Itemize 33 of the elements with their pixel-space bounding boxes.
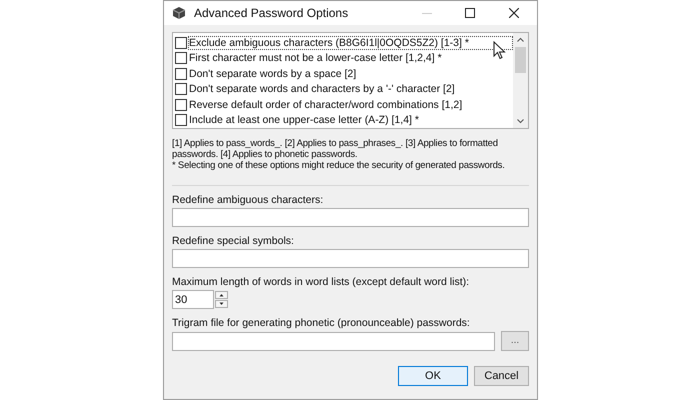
option-label[interactable]: Include at least one upper-case letter (A-Z) [1,4] *	[188, 113, 513, 128]
option-label[interactable]: Don't separate words and characters by a '-' character [2]	[188, 82, 513, 96]
input-field[interactable]	[172, 208, 529, 227]
file-path-field[interactable]	[172, 332, 495, 350]
checkbox[interactable]	[175, 98, 187, 111]
spin-up-icon[interactable]	[215, 291, 228, 299]
spin-down-icon[interactable]	[215, 300, 228, 308]
field-label: Redefine ambiguous characters:	[172, 194, 324, 206]
dialog-button[interactable]: Cancel	[474, 366, 529, 386]
close-icon[interactable]	[509, 8, 519, 18]
field-label: Redefine special symbols:	[172, 235, 295, 247]
browse-button[interactable]: ...	[501, 331, 529, 351]
checkbox[interactable]	[175, 36, 187, 49]
app-icon	[172, 6, 186, 20]
option-label[interactable]: Reverse default order of character/word combinations [1,2]	[188, 98, 513, 112]
option-label[interactable]: Don't separate words by a space [2]	[188, 66, 513, 81]
footnote-text: * Selecting one of these options might reduce the security of generated passwords.	[172, 160, 506, 171]
checkbox[interactable]	[175, 52, 187, 64]
scrollbar[interactable]	[513, 33, 528, 128]
window-title: Advanced Password Options	[194, 5, 348, 22]
checkbox[interactable]	[175, 83, 187, 96]
number-field[interactable]: 30	[172, 290, 214, 309]
option-label[interactable]: First character must not be a lower-case letter [1,2,4] *	[188, 51, 513, 66]
input-field[interactable]	[172, 249, 529, 268]
dialog-button[interactable]: OK	[398, 366, 468, 386]
scrollbar-thumb[interactable]	[515, 47, 526, 73]
footnote-text: [1] Applies to pass_words_. [2] Applies to pass_phrases_. [3] Applies to formatted passwords. [4] Applies to phonetic passwords.	[172, 138, 499, 160]
cursor-icon	[493, 41, 506, 60]
field-label: Trigram file for generating phonetic (pronounceable) passwords:	[172, 317, 471, 329]
checkbox[interactable]	[175, 114, 187, 126]
field-label: Maximum length of words in word lists (except default word list):	[172, 276, 470, 288]
maximize-icon[interactable]	[465, 8, 475, 18]
checkbox[interactable]	[175, 68, 187, 80]
